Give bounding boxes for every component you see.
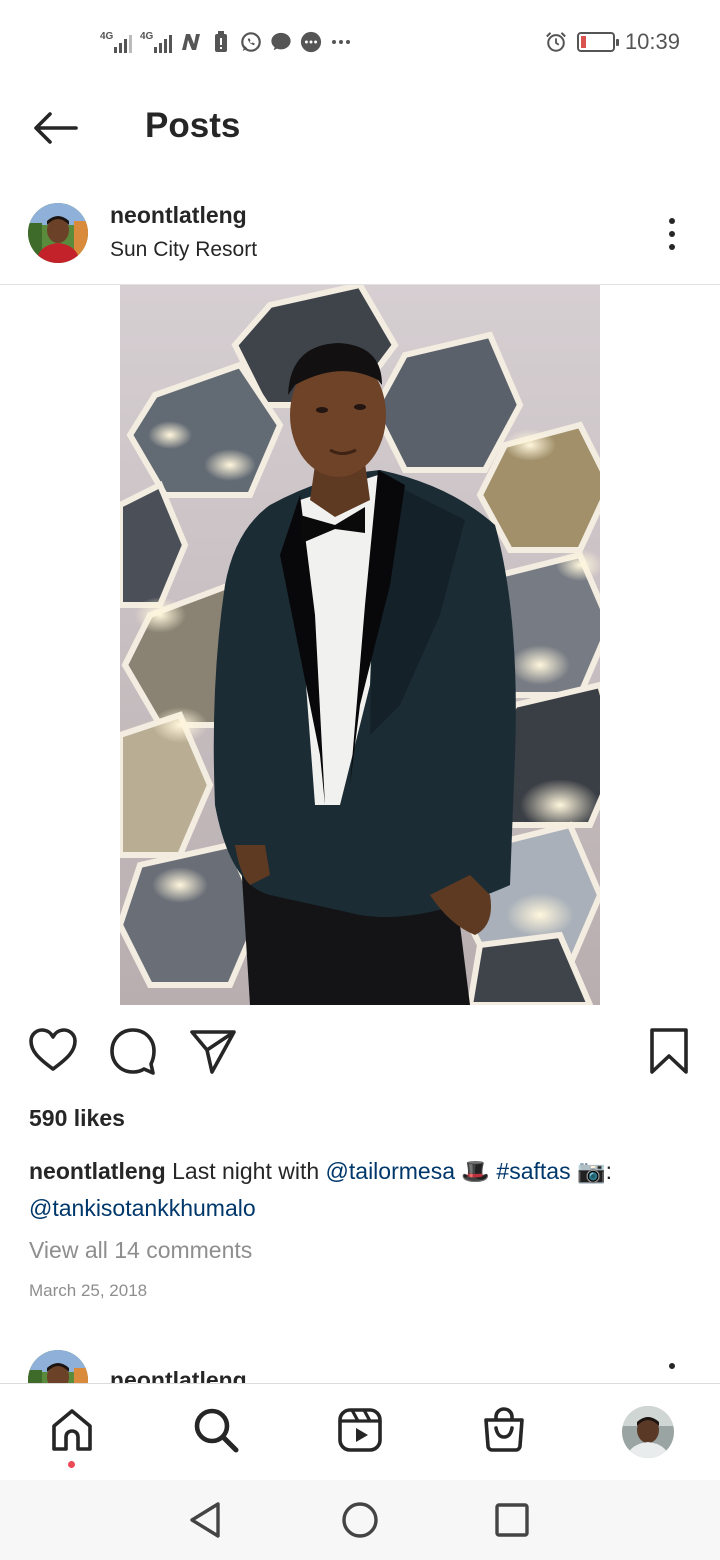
reels-icon: [338, 1408, 382, 1452]
like-button[interactable]: [28, 1026, 78, 1076]
mention-link[interactable]: @tankisotankkhumalo: [29, 1195, 256, 1221]
post-date: March 25, 2018: [29, 1281, 148, 1300]
page-header: Posts: [0, 84, 720, 172]
shop-icon: [484, 1407, 524, 1452]
home-circle-icon: [342, 1502, 378, 1538]
bookmark-icon: [650, 1028, 688, 1074]
arrow-left-icon: [34, 112, 78, 144]
next-post-username[interactable]: neontlatleng: [110, 1367, 247, 1383]
next-post-header: neontlatleng: [0, 1345, 720, 1383]
comment-icon: [110, 1028, 156, 1075]
system-home-button[interactable]: [340, 1500, 380, 1540]
more-dots-icon: [330, 31, 352, 53]
notification-dot: [68, 1461, 75, 1468]
whatsapp-icon: [240, 31, 262, 53]
battery-alert-icon: [210, 31, 232, 53]
paper-plane-icon: [190, 1030, 236, 1074]
battery-icon: [576, 32, 619, 52]
nav-shop[interactable]: [478, 1404, 530, 1456]
system-recents-button[interactable]: [492, 1500, 532, 1540]
post-photo[interactable]: [120, 285, 600, 1005]
avatar[interactable]: [28, 203, 88, 263]
back-triangle-icon: [190, 1502, 220, 1538]
comment-button[interactable]: [108, 1026, 158, 1076]
mention-link[interactable]: @tailormesa: [326, 1158, 455, 1184]
nav-profile-avatar[interactable]: [622, 1406, 674, 1458]
caption-colon: :: [605, 1158, 612, 1184]
nav-reels[interactable]: [334, 1404, 386, 1456]
status-left: 4G 4G: [100, 28, 352, 56]
nav-home[interactable]: [46, 1404, 98, 1456]
camera-emoji: 📷: [576, 1158, 606, 1184]
post-caption: neontlatleng Last night with @tailormesa…: [29, 1153, 699, 1227]
alarm-icon: [545, 31, 567, 53]
top-hat-emoji: 🎩: [461, 1158, 491, 1184]
likes-count[interactable]: 590 likes: [29, 1105, 125, 1132]
clock: 10:39: [624, 29, 680, 54]
system-back-button[interactable]: [186, 1500, 226, 1540]
signal-icon: 4G: [100, 31, 132, 53]
home-icon: [52, 1409, 92, 1451]
heart-icon: [29, 1028, 77, 1071]
page-title: Posts: [145, 106, 241, 145]
photo-illustration: [120, 285, 600, 1005]
system-nav-bar: [0, 1480, 720, 1560]
n-app-icon: [180, 31, 202, 53]
back-button[interactable]: [30, 108, 80, 148]
bottom-nav: [0, 1383, 720, 1480]
network-type-label: 4G: [140, 31, 154, 42]
search-icon: [194, 1408, 239, 1453]
caption-text: Last night with: [172, 1158, 320, 1184]
post-actions: [0, 1022, 720, 1078]
avatar[interactable]: [28, 1350, 88, 1383]
save-button[interactable]: [644, 1026, 694, 1076]
more-vertical-icon: [669, 218, 675, 224]
post-username[interactable]: neontlatleng: [110, 202, 247, 229]
caption-username[interactable]: neontlatleng: [29, 1158, 166, 1184]
view-comments-link[interactable]: View all 14 comments: [29, 1237, 252, 1264]
nav-search[interactable]: [190, 1404, 242, 1456]
status-bar: 4G 4G 10:39: [0, 0, 720, 84]
post-options-button[interactable]: [660, 214, 684, 254]
more-vertical-icon[interactable]: [660, 1363, 684, 1383]
message-icon: [300, 31, 322, 53]
chat-bubble-icon: [270, 31, 292, 53]
share-button[interactable]: [188, 1026, 238, 1076]
hashtag-link[interactable]: #saftas: [496, 1158, 570, 1184]
network-type-label: 4G: [100, 31, 114, 42]
post-location[interactable]: Sun City Resort: [110, 238, 257, 262]
signal-icon: 4G: [140, 31, 172, 53]
recents-square-icon: [495, 1503, 529, 1537]
post-header: neontlatleng Sun City Resort: [0, 190, 720, 285]
status-right: 10:39: [545, 28, 680, 56]
